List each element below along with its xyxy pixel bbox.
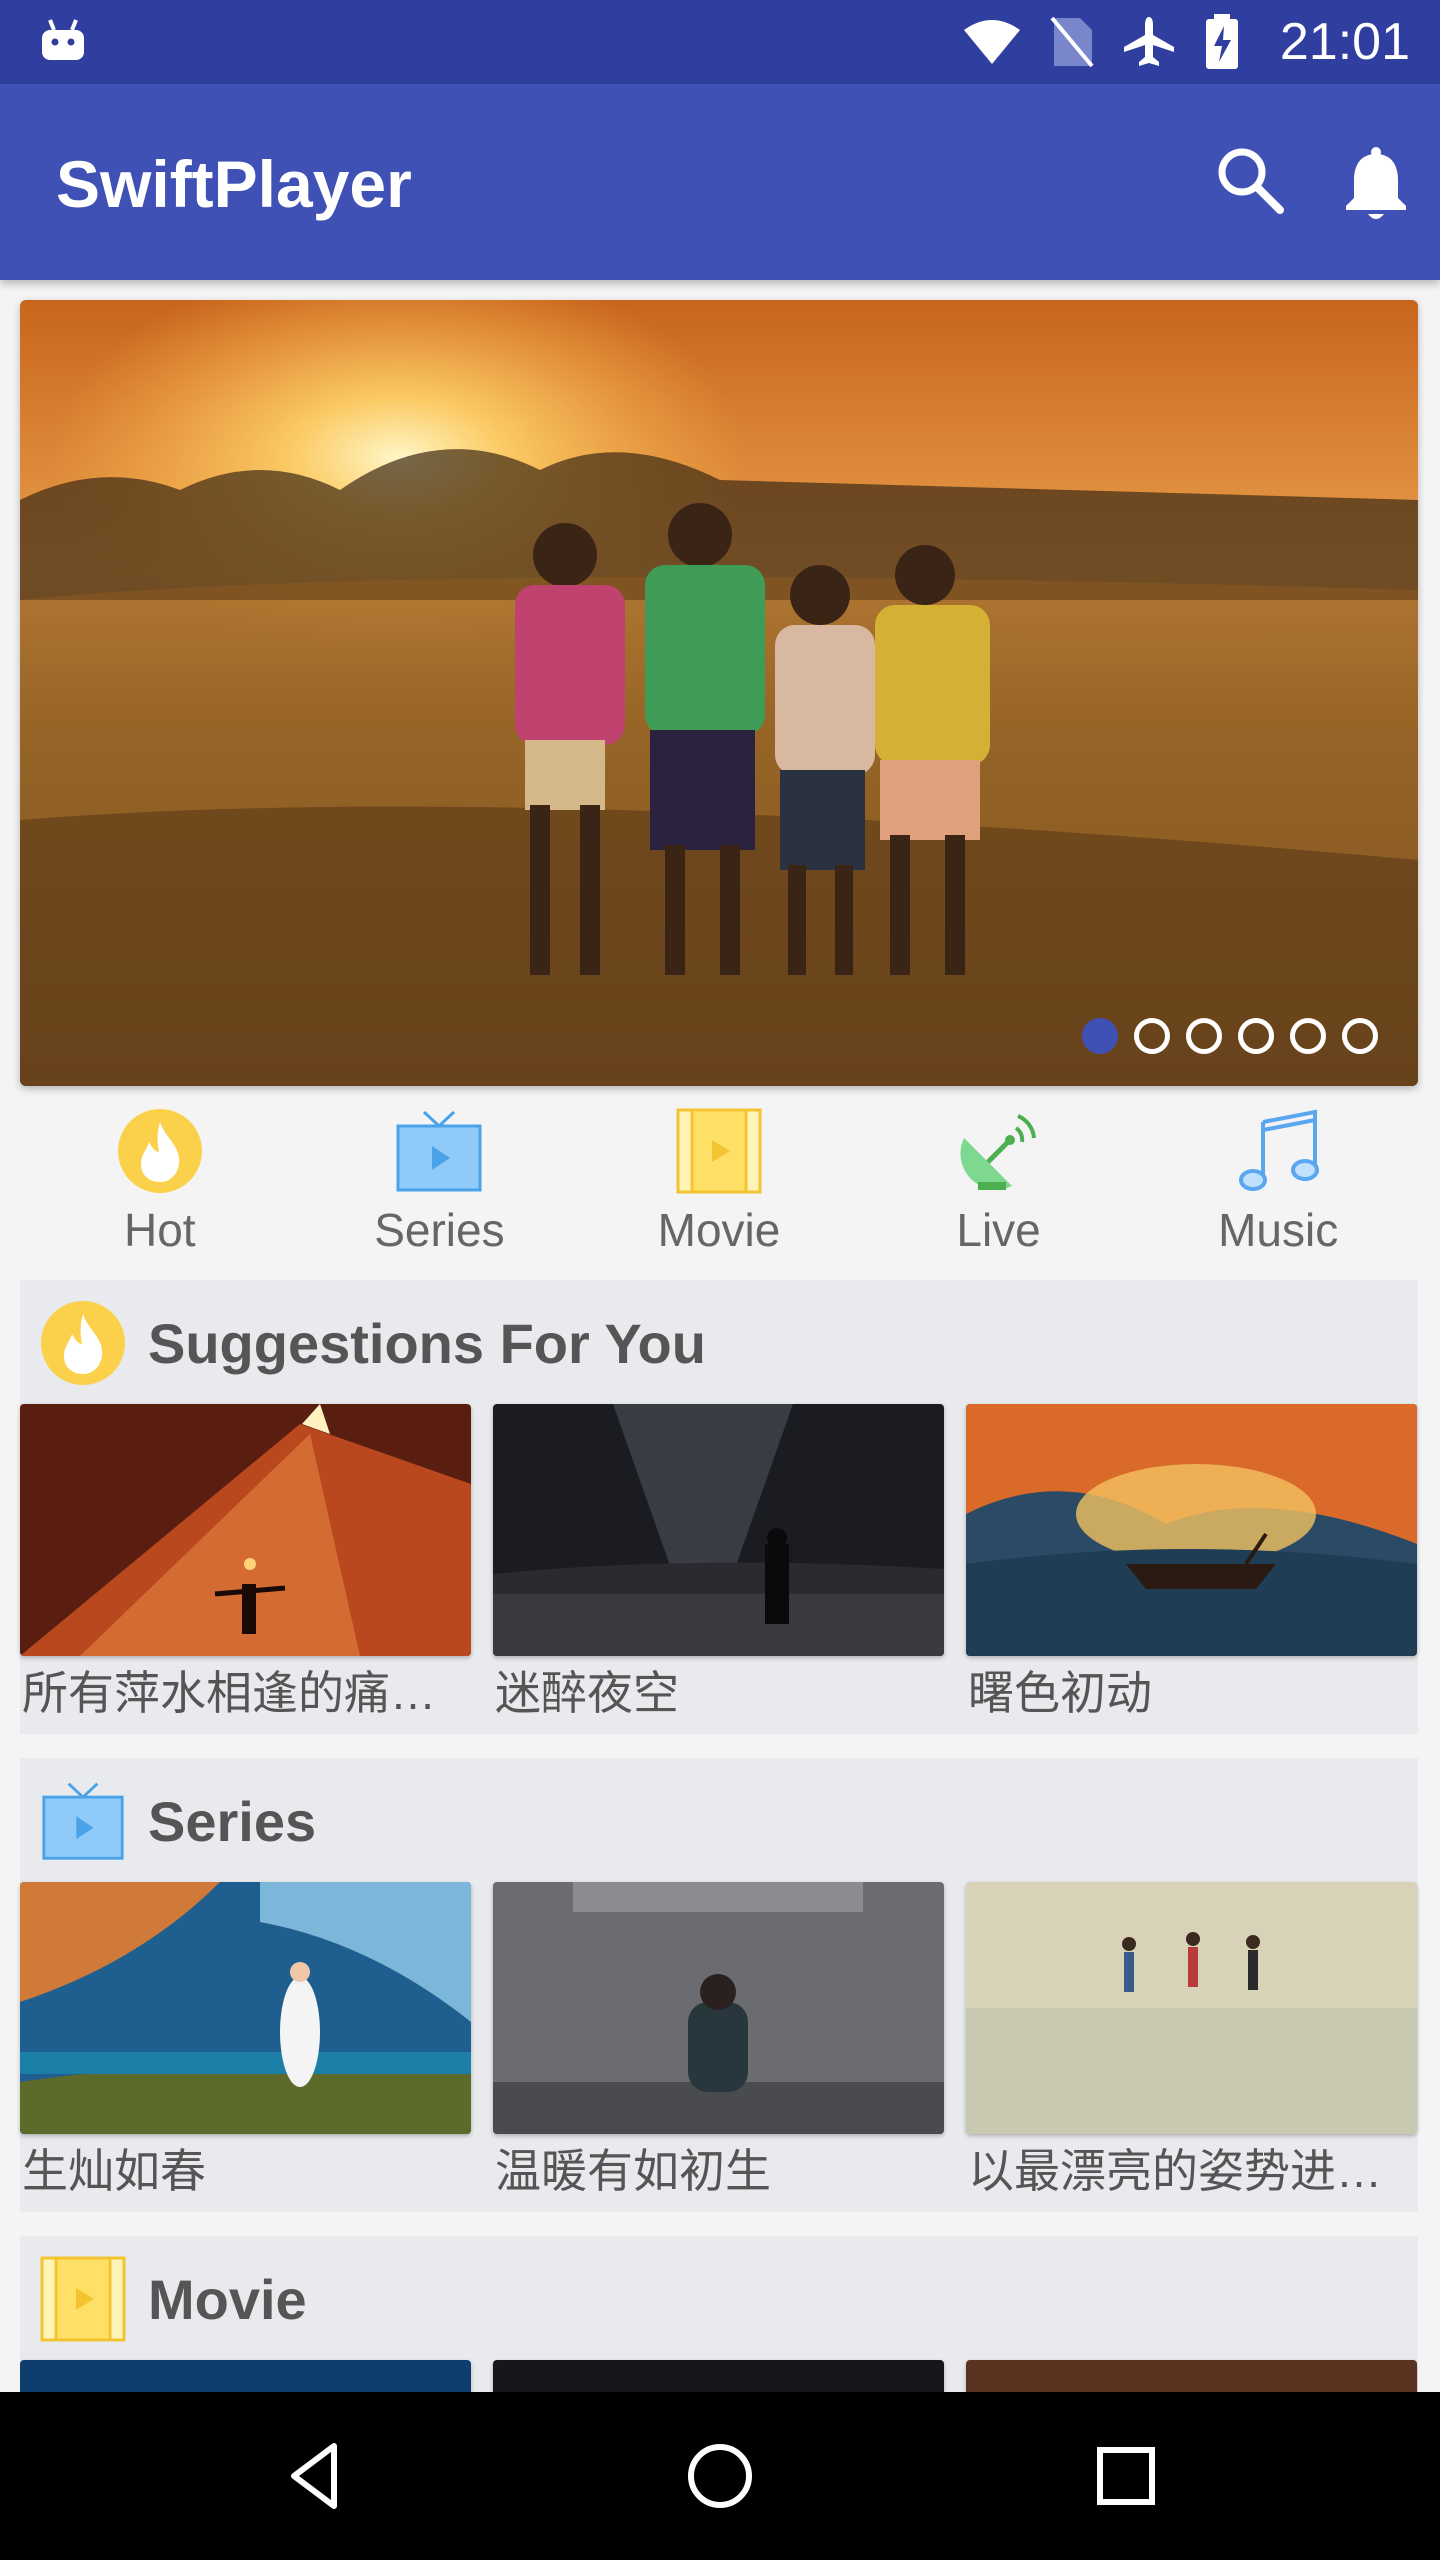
video-thumbnail bbox=[493, 2360, 944, 2392]
video-card[interactable]: 曙色初动 bbox=[966, 1404, 1417, 1720]
back-icon[interactable] bbox=[276, 2436, 356, 2516]
video-card[interactable] bbox=[20, 2360, 471, 2392]
video-thumbnail bbox=[493, 1882, 944, 2134]
category-nav: Hot Series Movie Live Music bbox=[20, 1100, 1418, 1278]
video-thumbnail bbox=[20, 1404, 471, 1656]
page-indicator-dot[interactable] bbox=[1134, 1018, 1170, 1054]
page-indicator-dot[interactable] bbox=[1238, 1018, 1274, 1054]
video-thumbnail bbox=[20, 2360, 471, 2392]
section-title: Series bbox=[148, 1790, 317, 1853]
section-header[interactable]: Suggestions For You bbox=[20, 1280, 1418, 1404]
section-suggestions: Suggestions For You 所有萍水相逢的痛… 迷醉夜空 曙色初动 bbox=[20, 1280, 1418, 1734]
video-title: 所有萍水相逢的痛… bbox=[22, 1667, 436, 1719]
section-title: Movie bbox=[148, 2268, 307, 2331]
video-title: 生灿如春 bbox=[22, 2145, 206, 2197]
category-live[interactable]: Live bbox=[859, 1100, 1139, 1278]
app-bar: SwiftPlayer bbox=[0, 84, 1440, 280]
section-header[interactable]: Series bbox=[20, 1758, 1418, 1882]
recents-icon[interactable] bbox=[1086, 2436, 1166, 2516]
video-title: 迷醉夜空 bbox=[495, 1667, 679, 1719]
hero-banner[interactable] bbox=[20, 300, 1418, 1086]
video-title: 曙色初动 bbox=[968, 1667, 1152, 1719]
video-card[interactable]: 迷醉夜空 bbox=[493, 1404, 944, 1720]
section-series: Series 生灿如春 温暖有如初生 以最漂亮的姿势进… bbox=[20, 1758, 1418, 2212]
category-label: Series bbox=[374, 1204, 505, 1256]
android-icon bbox=[42, 19, 84, 60]
video-title: 以最漂亮的姿势进… bbox=[968, 2145, 1382, 2197]
section-header[interactable]: Movie bbox=[20, 2236, 1418, 2360]
video-card[interactable] bbox=[493, 2360, 944, 2392]
satellite-icon bbox=[960, 1114, 1036, 1190]
page-indicator-dot[interactable] bbox=[1290, 1018, 1326, 1054]
category-label: Hot bbox=[124, 1204, 196, 1256]
tv-icon bbox=[42, 1782, 124, 1860]
page-indicator-dot[interactable] bbox=[1342, 1018, 1378, 1054]
bell-icon[interactable] bbox=[1340, 144, 1412, 224]
tv-icon bbox=[396, 1110, 482, 1192]
video-card[interactable]: 以最漂亮的姿势进… bbox=[966, 1882, 1417, 2198]
flame-icon bbox=[41, 1301, 125, 1385]
status-bar: 21:01 bbox=[0, 0, 1440, 84]
video-card[interactable]: 生灿如春 bbox=[20, 1882, 471, 2198]
status-time: 21:01 bbox=[1279, 13, 1410, 71]
film-icon bbox=[676, 1108, 762, 1194]
section-title: Suggestions For You bbox=[148, 1312, 706, 1375]
video-card[interactable] bbox=[966, 2360, 1417, 2392]
system-nav-bar bbox=[0, 2392, 1440, 2560]
banner-page-indicator[interactable] bbox=[1082, 1018, 1378, 1054]
battery-charging-icon bbox=[1206, 14, 1238, 69]
video-thumbnail bbox=[20, 1882, 471, 2134]
video-thumbnail bbox=[493, 1404, 944, 1656]
page-indicator-dot[interactable] bbox=[1186, 1018, 1222, 1054]
category-label: Live bbox=[956, 1204, 1041, 1256]
home-icon[interactable] bbox=[680, 2436, 760, 2516]
banner-image bbox=[20, 300, 1418, 1086]
category-movie[interactable]: Movie bbox=[579, 1100, 859, 1278]
wifi-icon bbox=[964, 20, 1020, 64]
category-series[interactable]: Series bbox=[300, 1100, 580, 1278]
video-thumbnail bbox=[966, 1882, 1417, 2134]
music-note-icon bbox=[1239, 1109, 1320, 1191]
video-thumbnail bbox=[966, 2360, 1417, 2392]
app-title: SwiftPlayer bbox=[56, 147, 412, 221]
flame-icon bbox=[117, 1109, 202, 1193]
video-thumbnail bbox=[966, 1404, 1417, 1656]
search-icon[interactable] bbox=[1214, 144, 1286, 216]
category-music[interactable]: Music bbox=[1138, 1100, 1418, 1278]
category-label: Music bbox=[1218, 1204, 1339, 1256]
airplane-icon bbox=[1124, 17, 1174, 66]
video-title: 温暖有如初生 bbox=[495, 2145, 771, 2197]
no-sim-icon bbox=[1050, 16, 1094, 68]
section-movie: Movie bbox=[20, 2236, 1418, 2392]
category-label: Movie bbox=[657, 1204, 781, 1256]
film-icon bbox=[40, 2256, 126, 2342]
page-indicator-dot[interactable] bbox=[1082, 1018, 1118, 1054]
category-hot[interactable]: Hot bbox=[20, 1100, 300, 1278]
video-card[interactable]: 温暖有如初生 bbox=[493, 1882, 944, 2198]
video-card[interactable]: 所有萍水相逢的痛… bbox=[20, 1404, 471, 1720]
